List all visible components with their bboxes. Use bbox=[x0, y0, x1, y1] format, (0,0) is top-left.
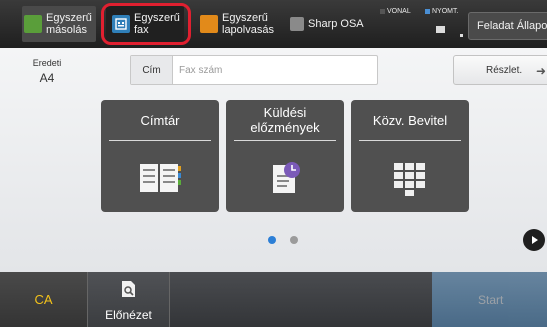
line-status-indicator bbox=[380, 9, 385, 14]
tile-divider bbox=[359, 140, 461, 141]
status-dot bbox=[460, 34, 463, 37]
arrow-right-icon: ➜ bbox=[536, 64, 547, 78]
preview-label: Előnézet bbox=[105, 308, 152, 322]
address-book-icon bbox=[140, 164, 181, 192]
selected-app-highlight bbox=[101, 3, 191, 45]
send-history-icon bbox=[273, 162, 300, 193]
address-book-label: Címtár bbox=[140, 112, 180, 128]
easy-scan-button[interactable]: Egyszerű lapolvasás bbox=[200, 6, 278, 42]
address-book-tile[interactable]: Címtár bbox=[101, 100, 219, 212]
osa-icon bbox=[290, 17, 304, 31]
tile-divider bbox=[234, 140, 336, 141]
tile-divider bbox=[109, 140, 211, 141]
direct-entry-label: Közv. Bevitel bbox=[372, 112, 448, 128]
start-button[interactable]: Start bbox=[432, 272, 547, 327]
preview-icon bbox=[122, 281, 135, 297]
original-size: A4 bbox=[39, 71, 55, 85]
original-setting[interactable]: Eredeti A4 bbox=[22, 58, 72, 85]
easy-copy-button[interactable]: Egyszerű másolás bbox=[22, 6, 96, 42]
top-bar: Egyszerű másolás Egyszerű fax Egyszerű l… bbox=[0, 0, 547, 48]
easy-scan-label: Egyszerű lapolvasás bbox=[222, 12, 274, 36]
preview-button[interactable]: Előnézet bbox=[88, 272, 170, 327]
original-label: Eredeti bbox=[32, 58, 62, 68]
send-history-tile[interactable]: Küldési előzmények bbox=[226, 100, 344, 212]
sharp-osa-button[interactable]: Sharp OSA bbox=[290, 6, 370, 42]
keypad-icon bbox=[394, 163, 425, 196]
start-label: Start bbox=[478, 292, 504, 307]
fax-number-input[interactable] bbox=[173, 56, 373, 84]
play-arrow-icon bbox=[532, 236, 538, 244]
page-indicator-active[interactable] bbox=[268, 236, 276, 244]
print-status: NYOMT. bbox=[425, 8, 458, 15]
device-icon bbox=[436, 26, 445, 33]
job-status-label: Feladat Állapota bbox=[477, 20, 547, 32]
next-page-button[interactable] bbox=[523, 229, 545, 251]
direct-entry-tile[interactable]: Közv. Bevitel bbox=[351, 100, 469, 212]
job-status-button[interactable]: Feladat Állapota bbox=[468, 12, 547, 40]
address-button[interactable]: Cím bbox=[131, 56, 173, 84]
clear-all-button[interactable]: CA bbox=[0, 272, 88, 327]
easy-copy-label: Egyszerű másolás bbox=[46, 12, 92, 36]
detail-button[interactable]: Részlet. ➜ bbox=[453, 55, 547, 85]
copy-icon bbox=[24, 15, 42, 33]
sharp-osa-label: Sharp OSA bbox=[308, 18, 364, 30]
detail-label: Részlet. bbox=[486, 64, 523, 76]
print-status-indicator bbox=[425, 9, 430, 14]
clear-all-label: CA bbox=[34, 292, 53, 307]
page-indicator-inactive[interactable] bbox=[290, 236, 298, 244]
line-status-label: VONAL bbox=[387, 8, 411, 15]
send-history-label: Küldési előzmények bbox=[250, 105, 320, 135]
scan-icon bbox=[200, 15, 218, 33]
line-status: VONAL bbox=[380, 8, 411, 15]
fax-address-bar: Cím bbox=[130, 55, 378, 85]
print-status-label: NYOMT. bbox=[432, 8, 459, 15]
